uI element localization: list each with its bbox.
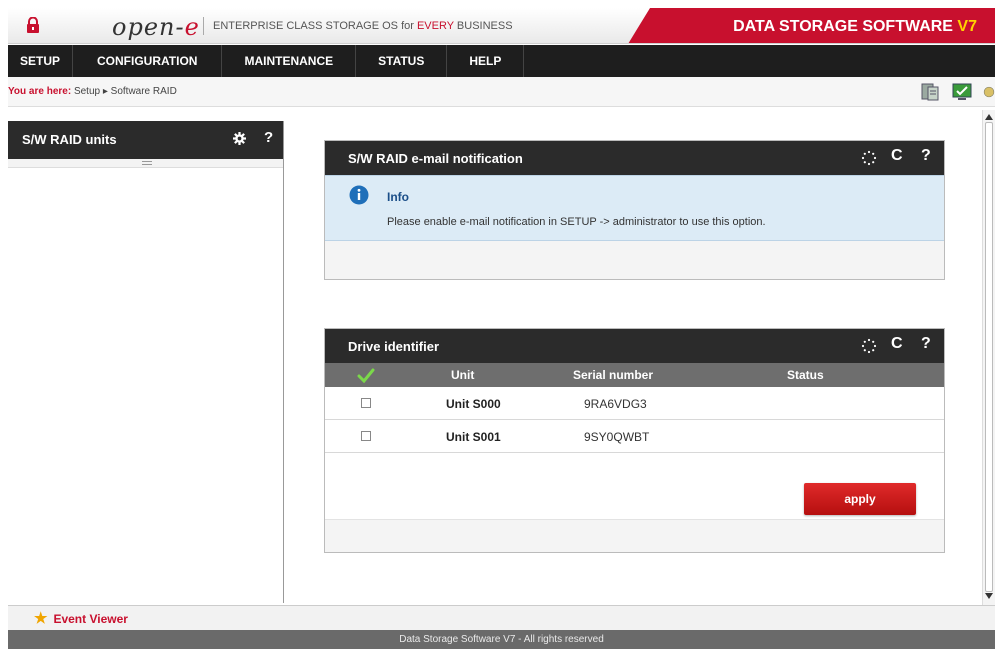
info-message: Please enable e-mail notification in SET… <box>387 216 766 228</box>
refresh-icon[interactable]: C <box>891 147 903 165</box>
breadcrumb-path[interactable]: Setup ▸ Software RAID <box>71 86 177 97</box>
scroll-down-icon[interactable] <box>985 593 993 599</box>
help-icon[interactable]: ? <box>264 129 273 146</box>
email-notification-panel: S/W RAID e-mail notification C ? Info Pl… <box>324 140 945 280</box>
star-icon: ★ <box>34 610 48 627</box>
row-checkbox[interactable] <box>361 431 371 441</box>
check-icon[interactable] <box>357 367 375 383</box>
menu-configuration[interactable]: CONFIGURATION <box>73 45 223 77</box>
unit-name: Unit S001 <box>446 430 501 444</box>
scroll-thumb[interactable] <box>985 122 993 592</box>
drive-identifier-panel: Drive identifier C ? Unit Serial number … <box>324 328 945 553</box>
spinner-icon <box>861 150 877 166</box>
brand-divider <box>203 17 204 35</box>
drive-panel-body: apply <box>325 453 944 519</box>
menu-help[interactable]: HELP <box>447 45 525 77</box>
drive-panel-header: Drive identifier C ? <box>325 329 944 363</box>
raid-units-title: S/W RAID units <box>22 132 117 147</box>
column-unit: Unit <box>451 368 475 382</box>
footer: Data Storage Software V7 - All rights re… <box>8 630 995 649</box>
breadcrumb: You are here: Setup ▸ Software RAID <box>8 86 177 97</box>
raid-units-panel: S/W RAID units ? <box>8 121 284 603</box>
menu-maintenance[interactable]: MAINTENANCE <box>222 45 357 77</box>
raid-units-header: S/W RAID units ? <box>8 121 283 159</box>
lock-icon[interactable] <box>26 17 40 33</box>
tagline: ENTERPRISE CLASS STORAGE OS for EVERY BU… <box>213 20 513 32</box>
product-name: DATA STORAGE SOFTWARE V7 <box>733 18 977 35</box>
toolbar-icons <box>919 81 995 103</box>
collapse-handle[interactable] <box>8 159 283 168</box>
vertical-scrollbar[interactable] <box>982 110 995 605</box>
product-banner: DATA STORAGE SOFTWARE V7 <box>628 8 995 43</box>
gear-icon[interactable] <box>233 132 246 145</box>
email-panel-header: S/W RAID e-mail notification C ? <box>325 141 944 175</box>
help-icon[interactable]: ? <box>921 335 931 353</box>
scroll-up-icon[interactable] <box>985 114 993 120</box>
column-serial-number: Serial number <box>573 368 654 382</box>
drive-table-header: Unit Serial number Status <box>325 363 944 387</box>
main-menu: SETUP CONFIGURATION MAINTENANCE STATUS H… <box>8 45 995 77</box>
event-viewer-link[interactable]: ★ Event Viewer <box>34 611 128 626</box>
spinner-icon <box>861 338 877 354</box>
top-bar: open-e ENTERPRISE CLASS STORAGE OS for E… <box>8 8 995 44</box>
help-icon[interactable]: ? <box>921 147 931 165</box>
breadcrumb-bar: You are here: Setup ▸ Software RAID <box>8 77 995 107</box>
storage-icon[interactable] <box>919 81 941 103</box>
event-viewer-label: Event Viewer <box>53 611 128 626</box>
serial-number: 9SY0QWBT <box>584 430 650 444</box>
row-checkbox[interactable] <box>361 398 371 408</box>
email-panel-title: S/W RAID e-mail notification <box>348 151 523 166</box>
menu-setup[interactable]: SETUP <box>8 45 74 77</box>
bottom-bar: ★ Event Viewer <box>8 605 995 630</box>
brand-logo: open-e <box>112 13 200 41</box>
info-title: Info <box>387 190 409 204</box>
info-icon[interactable] <box>983 81 995 103</box>
serial-number: 9RA6VDG3 <box>584 397 647 411</box>
apply-button[interactable]: apply <box>804 483 916 515</box>
column-status: Status <box>787 368 824 382</box>
table-row: Unit S000 9RA6VDG3 <box>325 387 944 420</box>
app-frame: open-e ENTERPRISE CLASS STORAGE OS for E… <box>8 0 995 649</box>
monitor-icon[interactable] <box>951 81 973 103</box>
table-row: Unit S001 9SY0QWBT <box>325 420 944 453</box>
drive-panel-footer <box>325 519 944 552</box>
menu-status[interactable]: STATUS <box>356 45 448 77</box>
refresh-icon[interactable]: C <box>891 335 903 353</box>
email-panel-footer <box>325 241 944 279</box>
drive-panel-title: Drive identifier <box>348 339 440 354</box>
unit-name: Unit S000 <box>446 397 501 411</box>
info-message-box: Info Please enable e-mail notification i… <box>325 175 944 241</box>
info-icon <box>349 185 369 205</box>
